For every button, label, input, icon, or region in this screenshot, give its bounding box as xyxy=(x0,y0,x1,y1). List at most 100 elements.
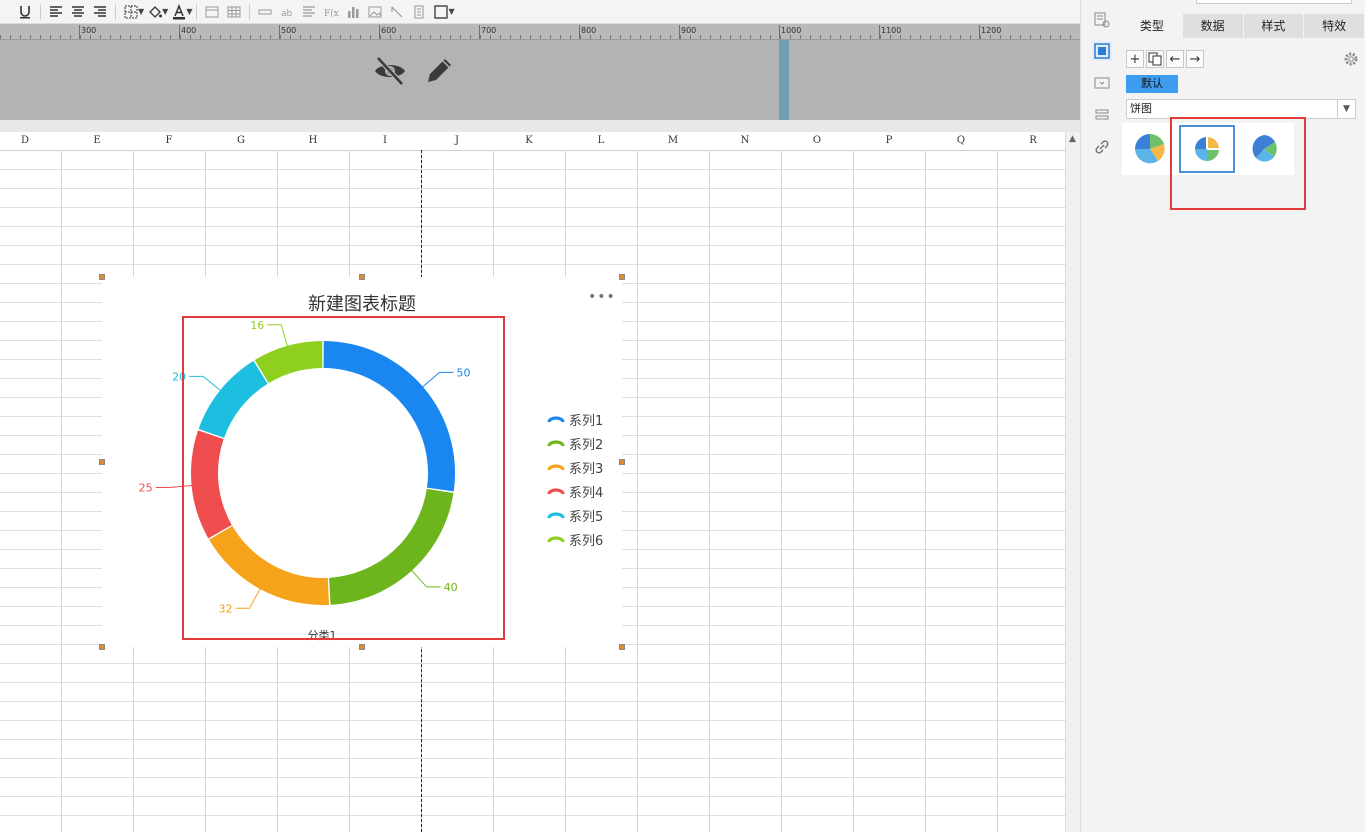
column-header-e[interactable]: E xyxy=(61,135,133,146)
horizontal-ruler: 300 400 500 600 700 800 900 1000 1100 1200 xyxy=(0,24,1080,40)
default-button[interactable]: 默认 xyxy=(1126,75,1178,93)
resize-handle-e[interactable] xyxy=(619,459,625,465)
ruler-tick xyxy=(970,35,971,39)
column-header-j[interactable]: J xyxy=(421,135,493,146)
chevron-down-icon[interactable]: ▼ xyxy=(448,7,454,16)
ruler-tick xyxy=(210,35,211,39)
layers-icon[interactable] xyxy=(1092,105,1112,125)
cell-attr-icon[interactable] xyxy=(1092,10,1112,30)
column-header-d[interactable]: D xyxy=(0,135,61,146)
eye-off-icon[interactable] xyxy=(372,54,408,90)
panel-top-field[interactable] xyxy=(1196,0,1352,4)
ruler-tick xyxy=(470,35,471,39)
ruler-tick xyxy=(300,35,301,39)
ruler-tick xyxy=(720,35,721,39)
column-header-r[interactable]: R xyxy=(997,135,1069,146)
column-header-l[interactable]: L xyxy=(565,135,637,146)
link-icon[interactable] xyxy=(1092,137,1112,157)
ruler-label: 600 xyxy=(381,26,397,35)
column-header-n[interactable]: N xyxy=(709,135,781,146)
chevron-down-icon[interactable]: ▼ xyxy=(1337,100,1355,118)
ruler-tick xyxy=(390,35,391,39)
ruler-major-tick xyxy=(379,25,380,39)
ruler-tick xyxy=(630,35,631,39)
ruler-major-tick xyxy=(479,25,480,39)
chart-type-value: 饼图 xyxy=(1130,102,1152,115)
align-left-icon[interactable] xyxy=(45,2,67,22)
ruler-tick xyxy=(790,35,791,39)
ruler-tick xyxy=(500,35,501,39)
ruler-tick xyxy=(380,35,381,39)
chart-more-menu[interactable]: ••• xyxy=(588,289,616,305)
pencil-icon[interactable] xyxy=(424,54,456,90)
resize-handle-se[interactable] xyxy=(619,644,625,650)
text-lines-icon[interactable] xyxy=(298,2,320,22)
column-header-h[interactable]: H xyxy=(277,135,349,146)
column-header-k[interactable]: K xyxy=(493,135,565,146)
cell-icon[interactable] xyxy=(201,2,223,22)
underline-icon[interactable] xyxy=(14,2,36,22)
ruler-tick xyxy=(740,35,741,39)
ruler-tick xyxy=(640,35,641,39)
merge-icon[interactable] xyxy=(254,2,276,22)
ruler-tick xyxy=(1030,35,1031,39)
ruler-tick xyxy=(690,35,691,39)
arrow-right-icon[interactable]: → xyxy=(1186,50,1204,68)
ruler-tick xyxy=(660,35,661,39)
column-header-q[interactable]: Q xyxy=(925,135,997,146)
add-icon[interactable]: + xyxy=(1126,50,1144,68)
tab-type[interactable]: 类型 xyxy=(1122,14,1183,38)
slash-icon[interactable] xyxy=(386,2,408,22)
resize-handle-n[interactable] xyxy=(359,274,365,280)
ruler-tick xyxy=(800,35,801,39)
data-label-4: 25 xyxy=(139,482,153,495)
arrow-left-icon[interactable]: ← xyxy=(1166,50,1184,68)
ruler-tick xyxy=(1010,35,1011,39)
column-header-p[interactable]: P xyxy=(853,135,925,146)
scroll-up-icon[interactable]: ▲ xyxy=(1069,134,1076,144)
resize-handle-nw[interactable] xyxy=(99,274,105,280)
tab-data[interactable]: 数据 xyxy=(1182,14,1244,38)
align-center-icon[interactable] xyxy=(67,2,89,22)
chevron-down-icon[interactable]: ▼ xyxy=(186,7,192,16)
text-ab-icon[interactable]: ab xyxy=(276,2,298,22)
resize-handle-sw[interactable] xyxy=(99,644,105,650)
tab-effects[interactable]: 特效 xyxy=(1304,14,1365,38)
ruler-label: 900 xyxy=(681,26,697,35)
ruler-tick xyxy=(750,35,751,39)
column-header-g[interactable]: G xyxy=(205,135,277,146)
ruler-label: 500 xyxy=(281,26,297,35)
copy-icon[interactable] xyxy=(1146,50,1164,68)
tab-style[interactable]: 样式 xyxy=(1243,14,1305,38)
align-right-icon[interactable] xyxy=(89,2,111,22)
chart-tool-row: + ← → xyxy=(1126,50,1204,68)
ruler-tick xyxy=(880,35,881,39)
column-header-f[interactable]: F xyxy=(133,135,205,146)
widget-icon[interactable] xyxy=(1092,73,1112,93)
column-header-m[interactable]: M xyxy=(637,135,709,146)
chart-title: 新建图表标题 xyxy=(308,294,416,315)
ruler-tick xyxy=(1020,35,1021,39)
formula-icon[interactable]: F(x) xyxy=(320,2,342,22)
resize-handle-s[interactable] xyxy=(359,644,365,650)
table-icon[interactable] xyxy=(223,2,245,22)
image-icon[interactable] xyxy=(364,2,386,22)
vertical-scrollbar[interactable]: ▲ xyxy=(1065,132,1080,832)
chart-type-select[interactable]: 饼图 ▼ xyxy=(1126,99,1356,119)
chart-attr-icon[interactable] xyxy=(1092,41,1112,61)
resize-handle-ne[interactable] xyxy=(619,274,625,280)
ruler-tick xyxy=(240,35,241,39)
ruler-tick xyxy=(150,35,151,39)
ruler-tick xyxy=(40,35,41,39)
gear-icon[interactable] xyxy=(1342,50,1360,68)
column-header-o[interactable]: O xyxy=(781,135,853,146)
legend-marker-4 xyxy=(547,488,565,495)
resize-handle-w[interactable] xyxy=(99,459,105,465)
doc-icon[interactable] xyxy=(408,2,430,22)
ruler-tick xyxy=(780,35,781,39)
bar-chart-icon[interactable] xyxy=(342,2,364,22)
ruler-tick xyxy=(260,35,261,39)
ruler-tick xyxy=(860,35,861,39)
column-header-i[interactable]: I xyxy=(349,135,421,146)
ruler-tick xyxy=(980,35,981,39)
